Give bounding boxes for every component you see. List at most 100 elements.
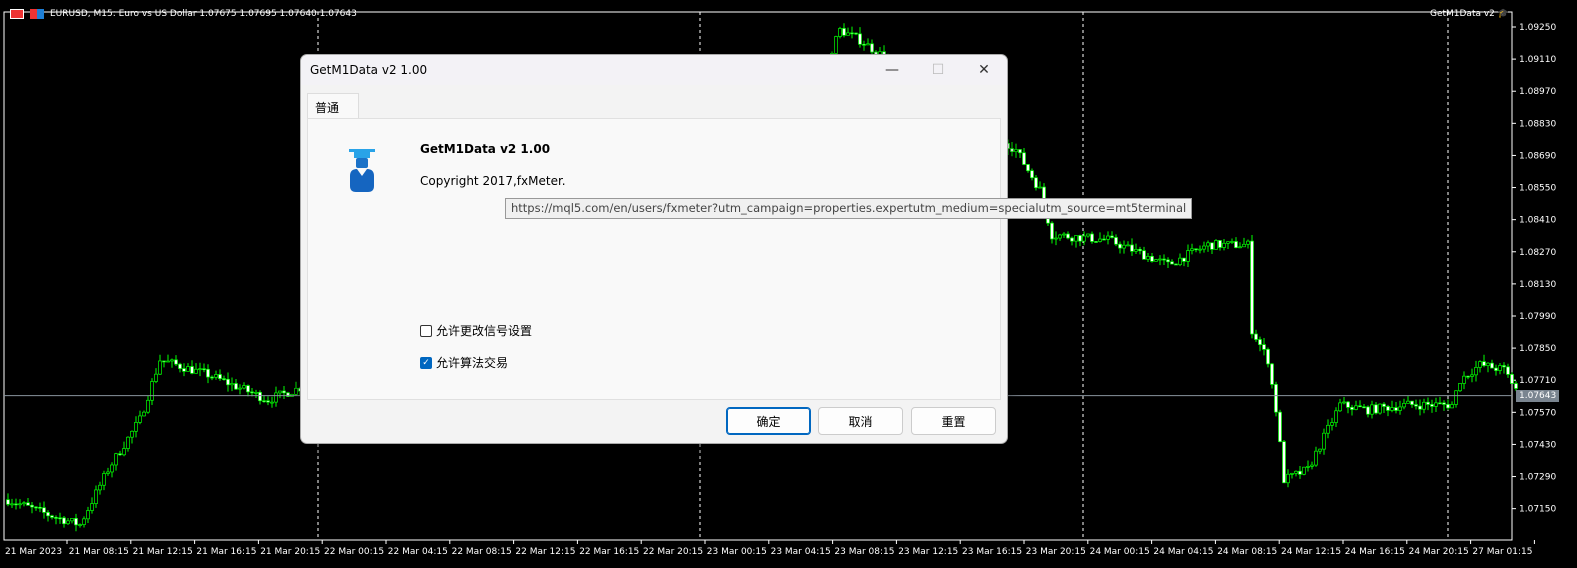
minimize-button[interactable]: — — [869, 55, 915, 85]
candle-body — [190, 366, 194, 374]
candle-body — [242, 385, 246, 389]
candle-body — [1398, 406, 1402, 411]
candle-body — [1470, 374, 1474, 377]
candle-body — [1246, 240, 1250, 245]
candle-body — [62, 517, 66, 525]
cancel-button[interactable]: 取消 — [818, 407, 903, 435]
time-tick-label: 22 Mar 12:15 — [515, 547, 575, 557]
time-tick-label: 23 Mar 00:15 — [707, 547, 767, 557]
ok-button[interactable]: 确定 — [726, 407, 811, 435]
candle-body — [1254, 333, 1258, 340]
price-tick-label: 1.08970 — [1519, 87, 1556, 97]
candle-body — [1210, 242, 1214, 250]
candle-body — [170, 359, 174, 362]
candle-body — [86, 510, 90, 520]
candle-body — [1410, 400, 1414, 405]
candle-body — [30, 504, 34, 508]
candle-body — [114, 453, 118, 466]
candle-body — [1330, 422, 1334, 426]
candle-body — [1290, 472, 1294, 475]
candle-body — [1298, 470, 1302, 475]
candle-body — [1394, 407, 1398, 411]
candle-body — [1462, 375, 1466, 384]
price-tick-label: 1.09110 — [1519, 55, 1556, 65]
candle-body — [1190, 248, 1194, 251]
reset-button[interactable]: 重置 — [911, 407, 996, 435]
candle-body — [110, 464, 114, 473]
candle-body — [1074, 235, 1078, 242]
candle-body — [1318, 448, 1322, 452]
candle-body — [1034, 177, 1038, 189]
candle-body — [1114, 237, 1118, 245]
chart-trading-icon[interactable] — [30, 9, 44, 19]
time-tick-label: 24 Mar 20:15 — [1409, 547, 1469, 557]
candle-body — [1434, 402, 1438, 407]
candle-body — [1250, 240, 1254, 335]
candle-body — [66, 520, 70, 525]
dialog-title: GetM1Data v2 1.00 — [310, 63, 428, 77]
tab-common[interactable]: 普通 — [307, 93, 359, 119]
candle-body — [214, 374, 218, 378]
candle-body — [186, 366, 190, 372]
candle-body — [866, 43, 870, 46]
expert-copyright[interactable]: Copyright 2017,fxMeter. — [420, 174, 566, 188]
candle-body — [1050, 222, 1054, 240]
candle-body — [158, 360, 162, 375]
candle-body — [1346, 401, 1350, 408]
candle-body — [1122, 244, 1126, 249]
candle-body — [846, 32, 850, 36]
candle-body — [174, 359, 178, 365]
candle-body — [1494, 367, 1498, 371]
candle-body — [1134, 248, 1138, 252]
time-tick-label: 23 Mar 08:15 — [834, 547, 894, 557]
candle-body — [1302, 466, 1306, 475]
candle-body — [1086, 233, 1090, 237]
candle-body — [150, 381, 154, 401]
candle-body — [1198, 248, 1202, 251]
candle-body — [1514, 383, 1518, 389]
candle-body — [1138, 248, 1142, 252]
candle-body — [1222, 242, 1226, 248]
common-tab-panel: GetM1Data v2 1.00 Copyright 2017,fxMeter… — [307, 118, 1001, 400]
allow-signal-settings-checkbox[interactable]: 允许更改信号设置 — [420, 322, 532, 339]
allow-algo-trading-checkbox[interactable]: ✓ 允许算法交易 — [420, 354, 508, 371]
candle-body — [218, 374, 222, 379]
candle-body — [194, 368, 198, 374]
price-tick-label: 1.07710 — [1519, 376, 1556, 386]
candle-body — [1374, 404, 1378, 414]
candle-body — [1454, 390, 1458, 405]
candle-body — [166, 360, 170, 363]
candle-body — [162, 360, 166, 363]
time-tick-label: 23 Mar 16:15 — [962, 547, 1022, 557]
close-button[interactable]: ✕ — [961, 55, 1007, 85]
candle-body — [1378, 403, 1382, 414]
time-tick-label: 24 Mar 04:15 — [1153, 547, 1213, 557]
candle-body — [870, 43, 874, 53]
price-tick-label: 1.07850 — [1519, 344, 1556, 354]
candle-body — [1446, 404, 1450, 409]
candle-body — [1174, 263, 1178, 266]
indicator-label[interactable]: GetM1Data v2 🎓 — [1430, 9, 1509, 19]
checkbox-checked[interactable]: ✓ — [420, 356, 432, 369]
candle-body — [1442, 402, 1446, 405]
candle-body — [202, 368, 206, 371]
candle-body — [1450, 404, 1454, 409]
candle-body — [1418, 405, 1422, 410]
candle-body — [1258, 339, 1262, 345]
candle-body — [1082, 235, 1086, 242]
candle-body — [1278, 411, 1282, 443]
candle-body — [106, 471, 110, 474]
checkbox-unchecked[interactable] — [420, 324, 432, 337]
checkbox-label: 允许算法交易 — [436, 356, 509, 370]
candle-body — [850, 32, 854, 35]
symbol-header: EURUSD, M15: Euro vs US Dollar 1.07675 1… — [50, 9, 357, 19]
candle-body — [1510, 374, 1514, 384]
time-tick-label: 24 Mar 08:15 — [1217, 547, 1277, 557]
chart-list-icon[interactable] — [10, 9, 24, 19]
candle-body — [1054, 237, 1058, 240]
price-tick-label: 1.08550 — [1519, 184, 1556, 194]
candle-body — [1062, 233, 1066, 236]
candle-body — [1238, 246, 1242, 249]
candle-body — [250, 391, 254, 394]
candle-body — [1018, 149, 1022, 154]
